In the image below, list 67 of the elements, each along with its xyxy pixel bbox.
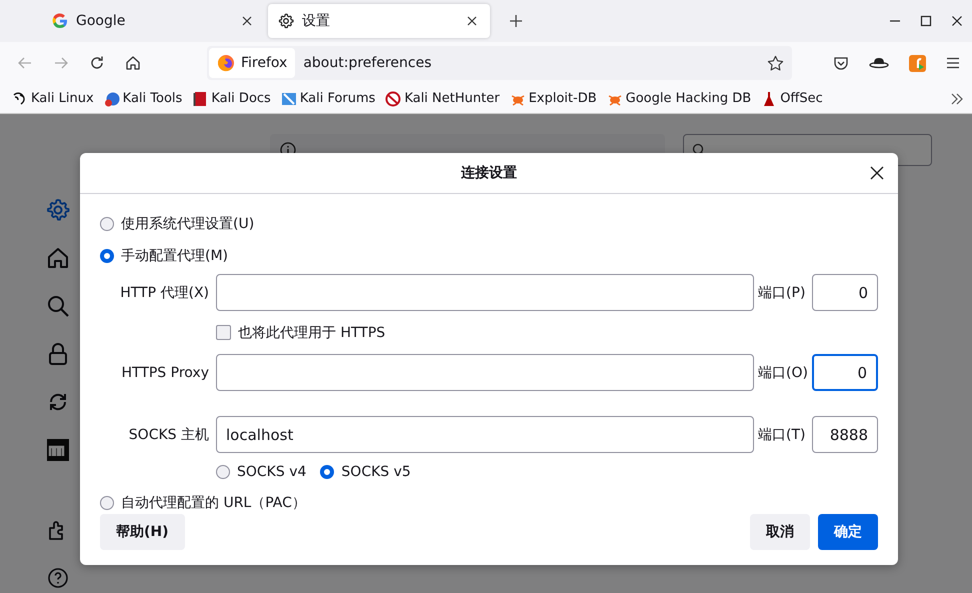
- bookmark-item[interactable]: Kali Docs: [192, 90, 271, 106]
- home-icon[interactable]: [46, 246, 70, 270]
- reload-icon[interactable]: [89, 55, 105, 71]
- radio-option[interactable]: SOCKS v4: [216, 456, 306, 488]
- radio-button[interactable]: [100, 217, 114, 231]
- close-icon[interactable]: [241, 15, 253, 27]
- url-text: about:preferences: [303, 55, 432, 71]
- book-icon: [192, 90, 208, 106]
- bookmark-item[interactable]: Exploit-DB: [510, 90, 597, 106]
- pocket-icon[interactable]: [833, 55, 849, 71]
- bookmark-item[interactable]: Google Hacking DB: [606, 90, 752, 106]
- bookmark-item[interactable]: Kali NetHunter: [385, 90, 500, 106]
- hat-icon[interactable]: [869, 56, 889, 70]
- field-label: HTTP 代理(X): [119, 284, 210, 302]
- bookmark-item[interactable]: Kali Forums: [280, 90, 376, 106]
- ok-button[interactable]: 确定: [818, 514, 878, 550]
- lock-icon[interactable]: [46, 342, 70, 366]
- host-field[interactable]: [216, 354, 754, 391]
- radio-option[interactable]: 自动代理配置的 URL（PAC）: [100, 491, 878, 515]
- chevron-icon[interactable]: [950, 92, 964, 106]
- address-bar[interactable]: Firefox about:preferences: [207, 46, 792, 80]
- port-label: 端口(P): [758, 284, 806, 302]
- new-tab-icon[interactable]: [509, 14, 523, 28]
- radio-button[interactable]: [100, 496, 114, 510]
- port-field[interactable]: 0: [812, 354, 878, 391]
- port-label: 端口(T): [758, 426, 807, 444]
- globe-icon: [104, 90, 120, 106]
- menu-icon[interactable]: [946, 57, 960, 69]
- g-logo-icon: [52, 13, 68, 29]
- bookmark-item[interactable]: Kali Linux: [12, 90, 94, 106]
- browser-tab[interactable]: 设置: [268, 4, 490, 38]
- radio-option[interactable]: SOCKS v5: [320, 456, 411, 488]
- cancel-button[interactable]: 取消: [750, 514, 810, 550]
- close-icon[interactable]: [870, 166, 884, 180]
- field-label: SOCKS 主机: [128, 426, 210, 444]
- field-label: HTTPS Proxy: [120, 364, 210, 380]
- dialog-title: 连接设置: [461, 164, 517, 182]
- help-button[interactable]: 帮助(H): [100, 514, 185, 550]
- identity-badge[interactable]: Firefox: [209, 48, 296, 78]
- close-icon[interactable]: [466, 15, 478, 27]
- home-icon[interactable]: [125, 55, 141, 71]
- help-icon[interactable]: [46, 566, 70, 590]
- port-label: 端口(O): [758, 364, 808, 382]
- m-logo-icon[interactable]: [46, 438, 70, 462]
- radio-button[interactable]: [216, 465, 230, 479]
- host-field[interactable]: localhost: [216, 416, 754, 453]
- checkbox-option[interactable]: 也将此代理用于 HTTPS: [216, 320, 754, 346]
- bookmark-item[interactable]: Kali Tools: [104, 90, 182, 106]
- search-icon[interactable]: [46, 294, 70, 318]
- forum-icon: [280, 90, 297, 106]
- radio-button[interactable]: [320, 465, 334, 479]
- browser-tab[interactable]: Google: [0, 4, 265, 38]
- port-field[interactable]: 0: [812, 274, 878, 311]
- maximize-icon[interactable]: [920, 15, 932, 27]
- gear-icon[interactable]: [46, 198, 70, 222]
- host-field[interactable]: [216, 274, 754, 311]
- extension-icon[interactable]: [909, 54, 926, 72]
- port-field[interactable]: 8888: [812, 416, 878, 453]
- radio-option[interactable]: 使用系统代理设置(U): [100, 208, 878, 240]
- gear-icon: [278, 13, 294, 29]
- checkbox[interactable]: [216, 325, 231, 340]
- bookmark-item[interactable]: OffSec: [761, 90, 823, 106]
- close-icon[interactable]: [951, 15, 963, 27]
- firefox-logo-icon: [217, 54, 235, 72]
- star-icon[interactable]: [767, 54, 784, 72]
- radio-option[interactable]: 手动配置代理(M): [100, 240, 878, 272]
- radio-button[interactable]: [100, 249, 114, 263]
